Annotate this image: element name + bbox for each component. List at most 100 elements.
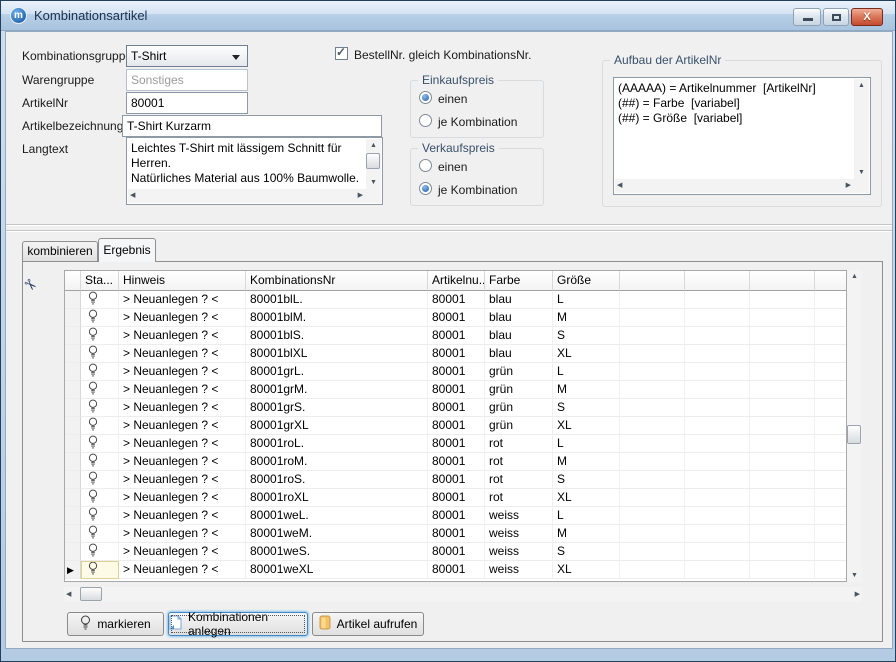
empty-cell[interactable] xyxy=(815,363,847,381)
empty-cell[interactable] xyxy=(685,327,750,345)
groesse-cell[interactable]: L xyxy=(553,291,620,309)
artikelnummer-cell[interactable]: 80001 xyxy=(428,345,485,363)
verkaufspreis-jekombination-radio[interactable] xyxy=(419,182,432,195)
empty-cell[interactable] xyxy=(815,291,847,309)
groesse-cell[interactable]: XL xyxy=(553,417,620,435)
empty-cell[interactable] xyxy=(750,435,815,453)
empty-cell[interactable] xyxy=(750,471,815,489)
groesse-cell[interactable]: XL xyxy=(553,489,620,507)
scroll-up-icon[interactable]: ▲ xyxy=(854,79,869,92)
empty-cell[interactable] xyxy=(815,435,847,453)
kombinationsnr-cell[interactable]: 80001weL. xyxy=(246,507,428,525)
table-vscrollbar[interactable]: ▲ ▼ xyxy=(847,270,862,582)
scroll-down-icon[interactable]: ▼ xyxy=(854,166,869,179)
scroll-left-icon[interactable]: ◀ xyxy=(617,179,622,193)
column-header[interactable]: Artikelnu... xyxy=(428,271,485,291)
langtext-vscrollbar[interactable]: ▲ ▼ xyxy=(366,139,381,189)
empty-cell[interactable] xyxy=(750,399,815,417)
empty-cell[interactable] xyxy=(815,345,847,363)
table-row[interactable]: > Neuanlegen ? <80001roS.80001rotS xyxy=(65,471,846,489)
kombinationsgruppe-select[interactable]: T-Shirt xyxy=(126,45,248,67)
scroll-right-icon[interactable]: ▶ xyxy=(846,179,851,193)
empty-cell[interactable] xyxy=(815,327,847,345)
artikelnummer-cell[interactable]: 80001 xyxy=(428,381,485,399)
groesse-cell[interactable]: M xyxy=(553,381,620,399)
farbe-cell[interactable]: rot xyxy=(485,489,553,507)
farbe-cell[interactable]: weiss xyxy=(485,561,553,579)
artikelnummer-cell[interactable]: 80001 xyxy=(428,363,485,381)
status-cell[interactable] xyxy=(81,327,119,345)
table-row[interactable]: > Neuanlegen ? <80001roL.80001rotL xyxy=(65,435,846,453)
hinweis-cell[interactable]: > Neuanlegen ? < xyxy=(119,417,246,435)
scroll-thumb[interactable] xyxy=(80,587,102,601)
hinweis-cell[interactable]: > Neuanlegen ? < xyxy=(119,507,246,525)
empty-cell[interactable] xyxy=(685,489,750,507)
empty-cell[interactable] xyxy=(750,561,815,579)
row-selector[interactable] xyxy=(65,435,81,453)
artikelnummer-cell[interactable]: 80001 xyxy=(428,327,485,345)
status-cell[interactable] xyxy=(81,417,119,435)
empty-cell[interactable] xyxy=(750,327,815,345)
close-button[interactable]: X xyxy=(851,8,883,26)
artikelnummer-cell[interactable]: 80001 xyxy=(428,435,485,453)
status-cell[interactable] xyxy=(81,363,119,381)
groesse-cell[interactable]: L xyxy=(553,507,620,525)
farbe-cell[interactable]: blau xyxy=(485,345,553,363)
hinweis-cell[interactable]: > Neuanlegen ? < xyxy=(119,453,246,471)
empty-cell[interactable] xyxy=(620,327,685,345)
empty-cell[interactable] xyxy=(620,489,685,507)
empty-cell[interactable] xyxy=(620,453,685,471)
empty-cell[interactable] xyxy=(750,345,815,363)
row-selector[interactable] xyxy=(65,543,81,561)
kombinationsnr-cell[interactable]: 80001grXL xyxy=(246,417,428,435)
hinweis-cell[interactable]: > Neuanlegen ? < xyxy=(119,435,246,453)
status-cell[interactable] xyxy=(81,489,119,507)
row-selector[interactable] xyxy=(65,327,81,345)
artikelnummer-cell[interactable]: 80001 xyxy=(428,525,485,543)
row-selector[interactable] xyxy=(65,309,81,327)
empty-cell[interactable] xyxy=(685,417,750,435)
scroll-left-icon[interactable]: ◀ xyxy=(66,588,71,601)
empty-cell[interactable] xyxy=(750,381,815,399)
kombinationsnr-cell[interactable]: 80001roM. xyxy=(246,453,428,471)
table-row[interactable]: > Neuanlegen ? <80001blM.80001blauM xyxy=(65,309,846,327)
empty-cell[interactable] xyxy=(620,543,685,561)
empty-cell[interactable] xyxy=(750,363,815,381)
empty-cell[interactable] xyxy=(620,561,685,579)
empty-cell[interactable] xyxy=(815,489,847,507)
empty-cell[interactable] xyxy=(620,471,685,489)
artikelbezeichnung-field[interactable]: T-Shirt Kurzarm xyxy=(122,115,382,137)
empty-cell[interactable] xyxy=(685,453,750,471)
status-cell[interactable] xyxy=(81,381,119,399)
empty-cell[interactable] xyxy=(620,417,685,435)
artikelnr-field[interactable]: 80001 xyxy=(126,92,248,114)
empty-cell[interactable] xyxy=(620,507,685,525)
groesse-cell[interactable]: M xyxy=(553,453,620,471)
markieren-button[interactable]: markieren xyxy=(67,612,164,636)
empty-cell[interactable] xyxy=(750,507,815,525)
table-row[interactable]: > Neuanlegen ? <80001grXL80001grünXL xyxy=(65,417,846,435)
farbe-cell[interactable]: grün xyxy=(485,417,553,435)
status-cell[interactable] xyxy=(81,543,119,561)
langtext-hscrollbar[interactable]: ◀ ▶ xyxy=(128,189,381,203)
farbe-cell[interactable]: weiss xyxy=(485,543,553,561)
column-header[interactable] xyxy=(620,271,685,291)
scroll-up-icon[interactable]: ▲ xyxy=(847,270,862,283)
empty-cell[interactable] xyxy=(620,345,685,363)
row-selector[interactable] xyxy=(65,381,81,399)
hinweis-cell[interactable]: > Neuanlegen ? < xyxy=(119,471,246,489)
groesse-cell[interactable]: S xyxy=(553,543,620,561)
row-selector[interactable] xyxy=(65,453,81,471)
kombinationsnr-cell[interactable]: 80001weXL xyxy=(246,561,428,579)
langtext-field[interactable]: Leichtes T-Shirt mit lässigem Schnitt fü… xyxy=(126,137,383,205)
empty-cell[interactable] xyxy=(620,435,685,453)
kombinationsnr-cell[interactable]: 80001roL. xyxy=(246,435,428,453)
empty-cell[interactable] xyxy=(685,507,750,525)
kombinationsnr-cell[interactable]: 80001blXL xyxy=(246,345,428,363)
row-selector[interactable] xyxy=(65,507,81,525)
kombinationsnr-cell[interactable]: 80001blM. xyxy=(246,309,428,327)
status-cell[interactable] xyxy=(81,435,119,453)
hinweis-cell[interactable]: > Neuanlegen ? < xyxy=(119,489,246,507)
groesse-cell[interactable]: S xyxy=(553,327,620,345)
artikelnummer-cell[interactable]: 80001 xyxy=(428,291,485,309)
